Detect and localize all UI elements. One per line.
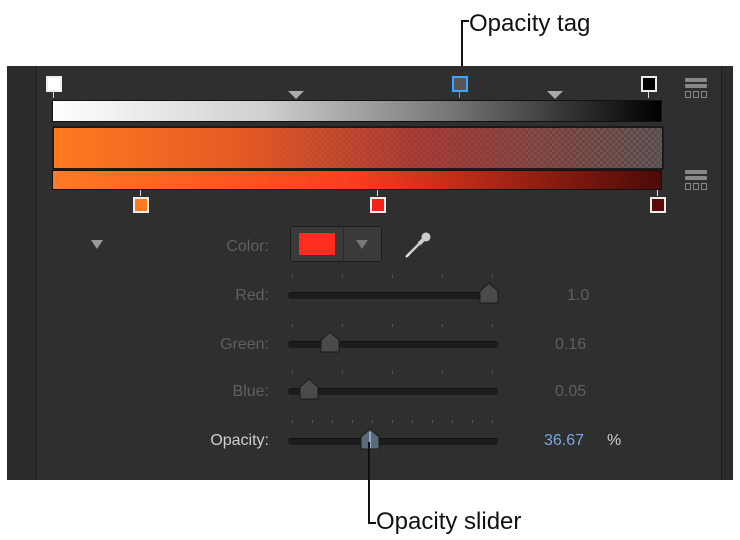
gradient-preview-bar: [52, 126, 664, 170]
blue-slider-track[interactable]: [288, 388, 498, 395]
green-slider-ticks: [292, 324, 493, 327]
color-tag-stem: [140, 190, 141, 196]
color-gradient-bar[interactable]: [52, 170, 662, 190]
callout-leader-bottom-cap: [368, 522, 376, 524]
color-swatch[interactable]: [299, 233, 335, 255]
color-tag-red[interactable]: [370, 197, 386, 213]
color-tag-stem: [377, 190, 378, 196]
color-tag-dark-red[interactable]: [650, 197, 666, 213]
opacity-midpoint-handle[interactable]: [288, 91, 304, 99]
blue-value[interactable]: 0.05: [555, 383, 586, 401]
red-slider-track[interactable]: [288, 292, 498, 299]
chevron-down-icon: [356, 240, 368, 249]
opacity-slider-track[interactable]: [288, 438, 498, 445]
color-label: Color:: [226, 238, 269, 255]
opacity-tag-stem: [648, 92, 649, 98]
opacity-tag-stem: [53, 92, 54, 98]
opacity-unit: %: [607, 432, 622, 449]
callout-opacity-tag: Opacity tag: [469, 10, 591, 37]
callout-leader-bottom: [368, 442, 370, 524]
opacity-tag-black[interactable]: [641, 76, 657, 92]
opacity-value[interactable]: 36.67: [544, 432, 584, 450]
callout-opacity-slider: Opacity slider: [376, 508, 522, 535]
green-label: Green:: [220, 336, 269, 353]
panel-left-gutter: [7, 66, 37, 480]
callout-leader-top-cap: [461, 20, 469, 22]
gradient-preset-icon[interactable]: [685, 170, 707, 190]
red-slider-thumb[interactable]: [479, 282, 499, 304]
opacity-slider-thumb[interactable]: [360, 428, 380, 450]
blue-slider-ticks: [292, 371, 493, 374]
red-label: Red:: [235, 287, 269, 304]
panel-right-gutter: [721, 66, 733, 480]
opacity-label: Opacity:: [210, 432, 269, 449]
color-tag-stem: [657, 190, 658, 196]
opacity-gradient-bar[interactable]: [52, 100, 662, 122]
green-value[interactable]: 0.16: [555, 336, 586, 354]
opacity-slider-ticks: [292, 420, 493, 423]
eyedropper-icon[interactable]: [403, 228, 433, 260]
disclosure-triangle-icon[interactable]: [91, 240, 103, 249]
color-dropdown-button[interactable]: [343, 227, 381, 261]
blue-slider-thumb[interactable]: [299, 378, 319, 400]
opacity-midpoint-handle[interactable]: [547, 91, 563, 99]
gradient-preset-icon[interactable]: [685, 78, 707, 98]
red-slider-ticks: [292, 275, 493, 278]
blue-label: Blue:: [232, 383, 269, 400]
opacity-tag-selected[interactable]: [452, 76, 468, 92]
opacity-tag-stem: [459, 92, 460, 98]
red-value[interactable]: 1.0: [567, 287, 589, 305]
gradient-editor-panel: Color: Red: 1.0 Green: 0.16 Blue: 0.05 O…: [7, 66, 733, 480]
green-slider-thumb[interactable]: [320, 331, 340, 353]
color-well[interactable]: [290, 226, 382, 262]
opacity-tag-white[interactable]: [46, 76, 62, 92]
color-tag-orange[interactable]: [133, 197, 149, 213]
